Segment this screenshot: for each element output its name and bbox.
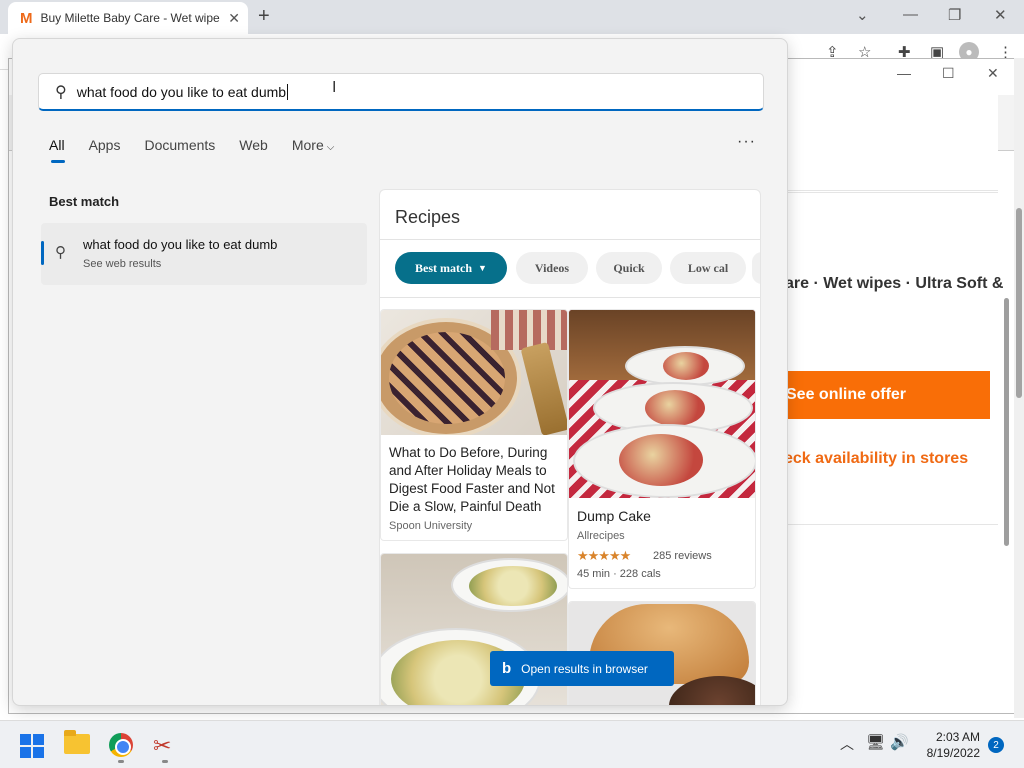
pie-image [381, 310, 567, 435]
recipes-heading: Recipes [395, 207, 461, 227]
running-indicator [118, 760, 124, 763]
browser-tab[interactable]: M Buy Milette Baby Care - Wet wipe ✕ [8, 2, 248, 34]
fork-shape [520, 341, 567, 435]
best-match-heading: Best match [49, 194, 120, 209]
tab-documents[interactable]: Documents [144, 137, 215, 153]
filter-label: Best match [415, 260, 473, 275]
start-button-windows-icon[interactable] [20, 734, 44, 758]
search-scope-tabs: All Apps Documents Web More ⌵ [49, 137, 358, 163]
notification-badge[interactable]: 2 [988, 737, 1004, 753]
tab-search-button[interactable]: ⌄ [856, 6, 869, 24]
see-online-offer-button[interactable]: See online offer [780, 371, 990, 419]
window-scrollbar[interactable] [1014, 58, 1024, 718]
search-icon: ⚲ [55, 83, 67, 101]
tab-more-label: More [291, 137, 324, 153]
divider [780, 192, 998, 193]
chevron-down-icon: ⌵ [326, 142, 335, 153]
bg-minimize-icon[interactable]: — [897, 65, 911, 81]
chevron-up-icon[interactable]: ︿ [840, 734, 854, 754]
new-tab-button[interactable]: + [258, 5, 270, 28]
restore-button[interactable]: ❐ [948, 6, 961, 24]
plate-shape [625, 346, 745, 386]
bg-maximize-icon[interactable]: ☐ [942, 65, 955, 82]
filter-best-match[interactable]: Best match ▼ [395, 252, 507, 284]
open-results-in-browser-button[interactable]: b Open results in browser [490, 651, 674, 686]
page-scrollbar-thumb[interactable] [1004, 298, 1009, 546]
minimize-button[interactable]: — [903, 6, 918, 23]
star-rating-icon: ★★★★★ [577, 548, 631, 563]
best-match-title: what food do you like to eat dumb [83, 237, 278, 252]
page-scrollbar[interactable] [1004, 150, 1012, 710]
time-and-calories: 45 min · 228 cals [577, 568, 661, 580]
search-icon: ⚲ [55, 244, 66, 261]
filter-low-cal[interactable]: Low cal [670, 252, 746, 284]
divider [780, 190, 998, 191]
review-count: 285 reviews [653, 550, 712, 562]
text-caret [287, 83, 289, 100]
recipe-title: What to Do Before, During and After Holi… [389, 445, 555, 514]
product-page-content: are · Wet wipes · Ultra Soft & See onlin… [780, 92, 1003, 637]
recipes-card: Recipes Best match ▼ Videos Quick Low cal… [379, 189, 761, 705]
pie-lattice-shape [389, 332, 505, 424]
bowl-shape [451, 558, 567, 612]
taskbar: ✂ ︿ 🖥 🔊 2:03 AM 8/19/2022 2 [0, 720, 1024, 768]
best-match-subtitle: See web results [83, 258, 162, 270]
selection-indicator [41, 241, 44, 265]
bing-icon: b [502, 660, 512, 677]
running-indicator [162, 760, 168, 763]
recipe-source: Spoon University [389, 520, 473, 532]
tab-all[interactable]: All [49, 137, 65, 163]
divider [380, 239, 760, 240]
recipe-title: Dump Cake [577, 508, 651, 524]
tab-apps[interactable]: Apps [89, 137, 121, 153]
tab-more[interactable]: More ⌵ [292, 137, 335, 153]
divider [380, 297, 760, 298]
clock-date: 8/19/2022 [926, 746, 980, 760]
bg-close-icon[interactable]: ✕ [987, 65, 999, 82]
recipe-source: Allrecipes [577, 530, 625, 542]
tablecloth-shape [491, 310, 567, 350]
close-tab-button[interactable]: ✕ [228, 10, 240, 27]
plate-shape [573, 424, 755, 498]
check-availability-link[interactable]: eck availability in stores [784, 450, 968, 468]
volume-icon[interactable]: 🔊 [890, 733, 909, 751]
search-panel: ⚲ what food do you like to eat dumb I Al… [12, 38, 788, 706]
network-icon[interactable]: 🖥 [866, 733, 885, 751]
snipping-tool-icon[interactable]: ✂ [153, 733, 171, 759]
file-explorer-icon[interactable] [64, 730, 90, 754]
tab-title: Buy Milette Baby Care - Wet wipe [40, 11, 220, 25]
dump-cake-image [569, 310, 755, 498]
divider [780, 524, 998, 525]
clock-time: 2:03 AM [935, 730, 980, 744]
filter-videos[interactable]: Videos [516, 252, 588, 284]
recipe-card-holiday-meals[interactable]: What to Do Before, During and After Holi… [380, 309, 568, 541]
open-results-label: Open results in browser [521, 661, 648, 676]
search-input[interactable]: ⚲ what food do you like to eat dumb [38, 73, 764, 111]
filter-overflow[interactable] [752, 252, 760, 284]
close-window-button[interactable]: ✕ [994, 6, 1007, 24]
chrome-icon[interactable] [109, 733, 133, 757]
caret-down-icon: ▼ [478, 263, 487, 273]
clock[interactable]: 2:03 AM 8/19/2022 [916, 729, 980, 761]
best-match-item[interactable]: ⚲ what food do you like to eat dumb See … [41, 223, 367, 285]
window-scrollbar-thumb[interactable] [1016, 208, 1022, 398]
more-options-button[interactable]: ··· [737, 133, 756, 151]
tab-strip: M Buy Milette Baby Care - Wet wipe ✕ + ⌄… [0, 0, 1024, 34]
search-query[interactable]: what food do you like to eat dumb [77, 84, 286, 100]
tab-web[interactable]: Web [239, 137, 268, 153]
recipe-card-dump-cake[interactable]: Dump Cake Allrecipes ★★★★★ 285 reviews 4… [568, 309, 756, 589]
filter-quick[interactable]: Quick [596, 252, 662, 284]
product-title: are · Wet wipes · Ultra Soft & [785, 275, 1004, 292]
site-favicon-icon: M [20, 9, 33, 27]
text-cursor-icon: I [332, 79, 337, 96]
